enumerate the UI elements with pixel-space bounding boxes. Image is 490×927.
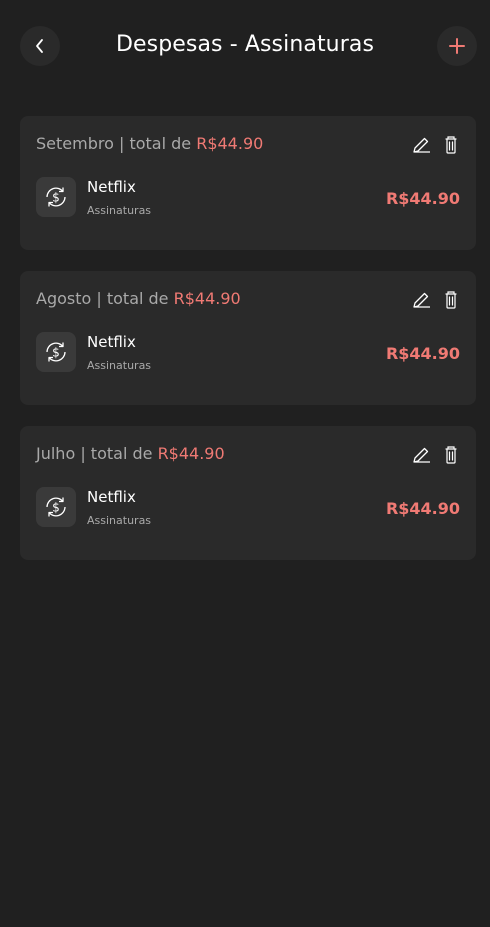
expense-name: Netflix [87,178,136,196]
expense-name: Netflix [87,333,136,351]
add-expense-button[interactable] [437,26,477,66]
edit-button[interactable] [410,134,432,156]
month-total: R$44.90 [173,289,241,308]
svg-text:$: $ [52,346,60,360]
edit-button[interactable] [410,444,432,466]
month-header: Julho | total de R$44.90 [36,444,225,463]
page-title: Despesas - Assinaturas [115,32,375,57]
edit-button[interactable] [410,289,432,311]
expense-value: R$44.90 [385,344,460,363]
delete-button[interactable] [440,134,462,156]
month-label: Agosto | total de [36,289,174,308]
delete-button[interactable] [440,444,462,466]
app-header: Despesas - Assinaturas [0,0,490,92]
month-header: Agosto | total de R$44.90 [36,289,241,308]
month-label: Julho | total de [36,444,158,463]
expense-category: Assinaturas [87,359,152,372]
recurring-payment-icon: $ [36,332,76,372]
pencil-icon [413,292,430,308]
month-label: Setembro | total de [36,134,197,153]
month-header: Setembro | total de R$44.90 [36,134,263,153]
expense-row[interactable]: $ Netflix Assinaturas R$44.90 [36,177,460,217]
expense-category: Assinaturas [87,514,152,527]
pencil-icon [413,137,430,153]
recurring-payment-icon: $ [36,487,76,527]
expense-category: Assinaturas [87,204,152,217]
svg-text:$: $ [52,501,60,515]
delete-button[interactable] [440,289,462,311]
month-card: Julho | total de R$44.90 $ Netflix Assin… [20,426,476,560]
month-total: R$44.90 [196,134,264,153]
recurring-payment-icon: $ [36,177,76,217]
month-total: R$44.90 [157,444,225,463]
expense-row[interactable]: $ Netflix Assinaturas R$44.90 [36,487,460,527]
expense-value: R$44.90 [385,499,460,518]
svg-text:$: $ [52,191,60,205]
trash-icon [445,446,457,464]
expense-name: Netflix [87,488,136,506]
month-card: Setembro | total de R$44.90 $ Netflix As… [20,116,476,250]
trash-icon [445,291,457,309]
month-card-list: Setembro | total de R$44.90 $ Netflix As… [20,116,476,581]
pencil-icon [413,447,430,463]
trash-icon [445,136,457,154]
plus-icon [449,38,465,54]
expense-row[interactable]: $ Netflix Assinaturas R$44.90 [36,332,460,372]
expense-value: R$44.90 [385,189,460,208]
month-card: Agosto | total de R$44.90 $ Netflix Assi… [20,271,476,405]
